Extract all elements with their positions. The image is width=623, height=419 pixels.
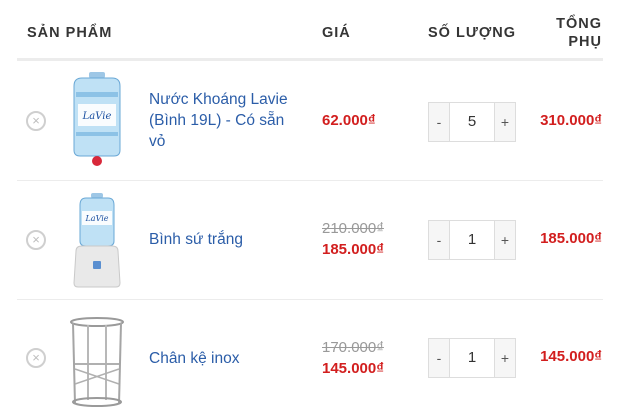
svg-text:LaVie: LaVie xyxy=(82,111,112,122)
header-quantity: SỐ LƯỢNG xyxy=(428,25,516,41)
quantity-minus-button[interactable]: - xyxy=(429,221,449,259)
row-subtotal: 185.000₫ xyxy=(540,230,602,247)
quantity-minus-button[interactable]: - xyxy=(429,103,449,141)
quantity-input[interactable]: 1 xyxy=(449,221,495,259)
product-name-link[interactable]: Bình sứ trắng xyxy=(149,229,299,250)
table-row: × LaVie Bình sứ trắng 210.000₫ 185.000₫ … xyxy=(0,181,623,299)
header-subtotal-line2: PHỤ xyxy=(568,34,602,50)
row-subtotal: 310.000₫ xyxy=(540,112,602,129)
product-name-link[interactable]: Chân kệ inox xyxy=(149,348,299,369)
table-row: × Chân kệ inox 170.000₫ 145.000₫ - 1 + 1… xyxy=(0,300,623,418)
header-price: GIÁ xyxy=(322,25,351,41)
quantity-stepper[interactable]: - 1 + xyxy=(428,338,516,378)
remove-item-button[interactable]: × xyxy=(26,348,46,368)
svg-text:LaVie: LaVie xyxy=(84,214,108,223)
original-price: 170.000₫ xyxy=(322,339,384,356)
quantity-minus-button[interactable]: - xyxy=(429,339,449,377)
quantity-plus-button[interactable]: + xyxy=(495,103,515,141)
row-subtotal: 145.000₫ xyxy=(540,348,602,365)
water-jug-icon[interactable]: LaVie xyxy=(58,70,136,170)
quantity-plus-button[interactable]: + xyxy=(495,221,515,259)
product-price: 62.000₫ xyxy=(322,112,376,129)
header-product: SẢN PHẨM xyxy=(27,25,113,41)
quantity-stepper[interactable]: - 1 + xyxy=(428,220,516,260)
table-row: × LaVie Nước Khoáng Lavie (Bình 19L) - C… xyxy=(0,62,623,180)
product-name-link[interactable]: Nước Khoáng Lavie (Bình 19L) - Có sẵn vỏ xyxy=(149,89,299,152)
quantity-input[interactable]: 1 xyxy=(449,339,495,377)
remove-item-button[interactable]: × xyxy=(26,111,46,131)
header-subtotal-line1: TỔNG xyxy=(556,16,602,32)
cart-table: SẢN PHẨM GIÁ SỐ LƯỢNG TỔNG PHỤ × LaVie N… xyxy=(0,0,623,416)
stainless-stand-icon[interactable] xyxy=(58,314,136,414)
quantity-stepper[interactable]: - 5 + xyxy=(428,102,516,142)
quantity-input[interactable]: 5 xyxy=(449,103,495,141)
ceramic-dispenser-icon[interactable]: LaVie xyxy=(58,191,136,291)
remove-item-button[interactable]: × xyxy=(26,230,46,250)
header-divider xyxy=(17,58,603,61)
quantity-plus-button[interactable]: + xyxy=(495,339,515,377)
sale-price: 145.000₫ xyxy=(322,360,384,377)
sale-price: 185.000₫ xyxy=(322,241,384,258)
header-subtotal: TỔNG PHỤ xyxy=(532,15,602,51)
original-price: 210.000₫ xyxy=(322,220,384,237)
